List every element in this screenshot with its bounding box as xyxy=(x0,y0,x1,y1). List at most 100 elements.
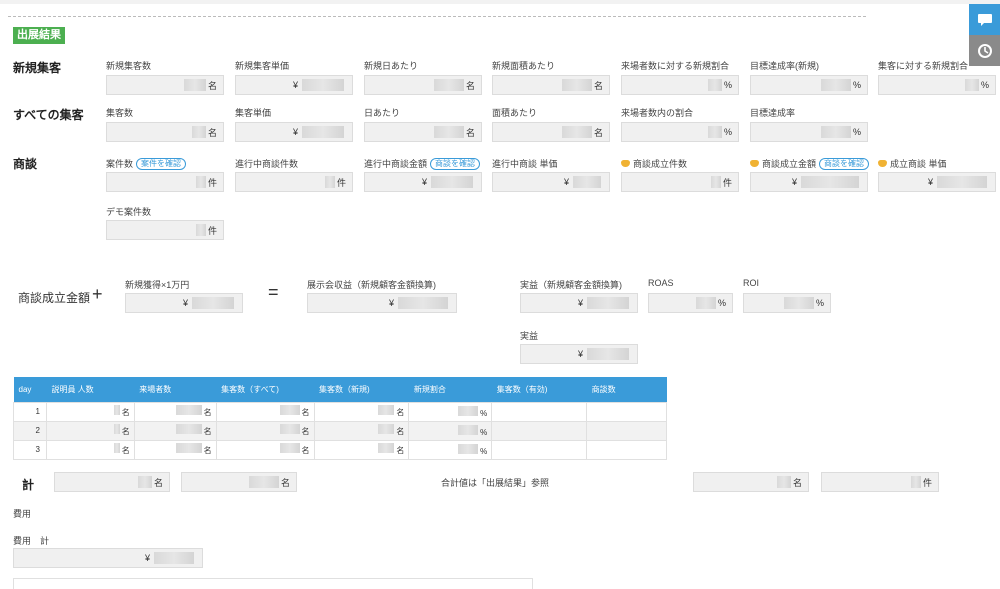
unit: 名 xyxy=(301,408,310,417)
ratio-cell[interactable]: % xyxy=(408,439,493,460)
check-cases-button[interactable]: 案件を確認 xyxy=(136,157,187,170)
staff-cell[interactable]: 名 xyxy=(45,401,135,422)
all-ratio-field[interactable]: % xyxy=(621,122,739,142)
new-cell[interactable]: 名 xyxy=(313,401,410,422)
section-tag: 出展結果 xyxy=(13,27,65,44)
chat-button[interactable] xyxy=(969,4,1000,35)
check-deals-button[interactable]: 商談を確認 xyxy=(430,157,481,170)
cost-total-field[interactable]: ¥ xyxy=(13,548,203,568)
roas-field[interactable]: % xyxy=(648,293,733,313)
deals-cell[interactable] xyxy=(586,420,667,441)
row-title-deal: 商談 xyxy=(13,157,38,171)
all-per-day-field[interactable]: 名 xyxy=(364,122,482,142)
actual-conv-field[interactable]: ¥ xyxy=(520,293,638,313)
closed-amount-field[interactable]: ¥ xyxy=(750,172,868,192)
all-target-label: 目標達成率 xyxy=(750,108,796,118)
new-per-day-field[interactable]: 名 xyxy=(364,75,482,95)
unit: 件 xyxy=(207,177,217,188)
deals-cell[interactable] xyxy=(586,401,667,422)
new-acq-field[interactable]: ¥ xyxy=(125,293,243,313)
row-title-new: 新規集客 xyxy=(13,61,62,75)
actual-field[interactable]: ¥ xyxy=(520,344,638,364)
closed-count-field[interactable]: 件 xyxy=(621,172,739,192)
visitors-cell[interactable]: 名 xyxy=(133,401,217,422)
new-unit-price-field[interactable]: ¥ xyxy=(235,75,353,95)
roi-field[interactable]: % xyxy=(743,293,831,313)
new-ratio-field[interactable]: % xyxy=(621,75,739,95)
exhibit-label: 展示会収益（新規顧客金額換算) xyxy=(307,280,436,290)
total-field-d[interactable]: 件 xyxy=(821,472,939,492)
ongoing-amount-field[interactable]: ¥ xyxy=(364,172,482,192)
all-cell[interactable]: 名 xyxy=(215,420,315,441)
valid-cell[interactable] xyxy=(491,439,588,460)
staff-cell[interactable]: 名 xyxy=(45,420,135,441)
new-count-label: 新規集客数 xyxy=(106,61,152,71)
unit: 名 xyxy=(396,427,405,436)
total-label: 計 xyxy=(22,478,35,492)
new-per-day-label: 新規日あたり xyxy=(364,61,419,71)
all-target-field[interactable]: % xyxy=(750,122,868,142)
total-field-b[interactable]: 名 xyxy=(181,472,297,492)
cost-total-label: 費用 計 xyxy=(13,536,50,546)
new-target-field[interactable]: % xyxy=(750,75,868,95)
ongoing-count-field[interactable]: 件 xyxy=(235,172,353,192)
unit: % xyxy=(723,80,732,90)
all-cell[interactable]: 名 xyxy=(215,401,315,422)
history-button[interactable] xyxy=(969,35,1000,66)
ratio-cell[interactable]: % xyxy=(408,420,493,441)
unit: 名 xyxy=(203,427,212,436)
all-count-field[interactable]: 名 xyxy=(106,122,224,142)
new-cell[interactable]: 名 xyxy=(313,439,410,460)
valid-cell[interactable] xyxy=(491,401,588,422)
visitors-cell[interactable]: 名 xyxy=(133,439,217,460)
yen: ¥ xyxy=(421,177,427,187)
all-ratio-label: 来場者数内の割合 xyxy=(621,108,694,118)
new-per-area-field[interactable]: 名 xyxy=(492,75,610,95)
day-cell: 3 xyxy=(13,439,47,460)
ongoing-unit-field[interactable]: ¥ xyxy=(492,172,610,192)
all-unit-price-field[interactable]: ¥ xyxy=(235,122,353,142)
unit: % xyxy=(852,127,861,137)
all-count-label: 集客数 xyxy=(106,108,134,118)
all-unit-price-label: 集客単価 xyxy=(235,108,272,118)
unit: 名 xyxy=(280,477,290,488)
yen: ¥ xyxy=(144,553,150,563)
ongoing-count-label: 進行中商談件数 xyxy=(235,159,299,169)
new-ratio-label: 来場者数に対する新規割合 xyxy=(621,61,730,71)
staff-cell[interactable]: 名 xyxy=(45,439,135,460)
closed-amount-label: 商談成立金額 商談を確認 xyxy=(750,157,870,170)
col-valid: 集客数（有効) xyxy=(491,377,587,402)
ongoing-amount-label: 進行中商談金額 商談を確認 xyxy=(364,157,481,170)
new-count-field[interactable]: 名 xyxy=(106,75,224,95)
exhibit-field[interactable]: ¥ xyxy=(307,293,457,313)
check-closed-deals-button[interactable]: 商談を確認 xyxy=(819,157,870,170)
all-cell[interactable]: 名 xyxy=(215,439,315,460)
ratio-cell[interactable]: % xyxy=(408,401,493,422)
all-per-day-label: 日あたり xyxy=(364,108,401,118)
total-field-a[interactable]: 名 xyxy=(54,472,170,492)
new-per-area-label: 新規面積あたり xyxy=(492,61,556,71)
col-deals: 商談数 xyxy=(586,377,667,402)
new-share-field[interactable]: % xyxy=(878,75,996,95)
all-per-area-field[interactable]: 名 xyxy=(492,122,610,142)
table-header: day 説明員 人数 来場者数 集客数（すべて) 集客数（新規) 新規割合 集客… xyxy=(13,377,667,402)
all-per-area-label: 面積あたり xyxy=(492,108,538,118)
visitors-cell[interactable]: 名 xyxy=(133,420,217,441)
yen: ¥ xyxy=(182,298,188,308)
unit: 名 xyxy=(465,80,475,91)
unit: 名 xyxy=(301,446,310,455)
unit: 名 xyxy=(203,446,212,455)
total-field-c[interactable]: 名 xyxy=(693,472,809,492)
unit: % xyxy=(980,80,989,90)
unit: 名 xyxy=(153,477,163,488)
valid-cell[interactable] xyxy=(491,420,588,441)
demo-field[interactable]: 件 xyxy=(106,220,224,240)
roi-label: ROI xyxy=(743,278,760,288)
deal-case-field[interactable]: 件 xyxy=(106,172,224,192)
table-row: 3 名 名 名 名 % xyxy=(13,439,667,460)
roas-label: ROAS xyxy=(648,278,674,288)
deal-case-label: 案件数 案件を確認 xyxy=(106,157,187,170)
new-cell[interactable]: 名 xyxy=(313,420,410,441)
closed-unit-field[interactable]: ¥ xyxy=(878,172,996,192)
deals-cell[interactable] xyxy=(586,439,667,460)
